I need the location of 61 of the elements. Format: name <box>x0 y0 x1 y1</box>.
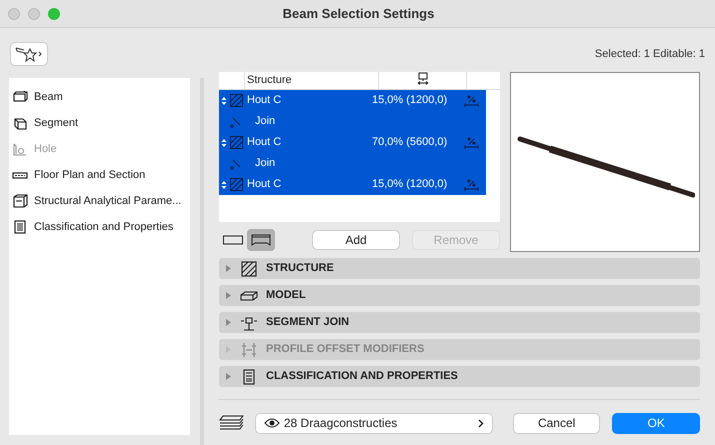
sidebar-item[interactable]: Floor Plan and Section <box>9 162 190 188</box>
offset-icon <box>240 342 258 358</box>
chevron-icon <box>478 418 484 428</box>
layer-name: Hout C <box>247 93 282 108</box>
percent-icon <box>464 94 479 106</box>
cancel-button[interactable]: Cancel <box>512 412 600 434</box>
ok-button[interactable]: OK <box>612 412 700 434</box>
join-label: Join <box>255 114 276 130</box>
angle-icon <box>229 116 241 128</box>
layer-name: Hout C <box>247 135 282 150</box>
hatch-icon <box>230 136 243 149</box>
percent-icon <box>464 136 479 148</box>
table-row[interactable]: Hout C 70,0% (5600,0) <box>219 132 486 153</box>
cube-icon <box>12 116 28 130</box>
reorder-icon[interactable] <box>221 180 227 190</box>
view-toggle[interactable] <box>247 229 275 251</box>
table-row[interactable]: Join <box>219 111 486 132</box>
table-row[interactable]: Hout C 15,0% (1200,0) <box>219 174 486 195</box>
selection-info: Selected: 1 Editable: 1 <box>594 46 705 62</box>
layer-thickness: 15,0% (1200,0) <box>372 177 448 192</box>
layers-icon <box>219 414 245 432</box>
section-header[interactable]: CLASSIFICATION AND PROPERTIES <box>219 366 700 387</box>
document-icon <box>12 220 28 234</box>
percent-icon <box>464 178 479 190</box>
joint-icon <box>240 314 258 330</box>
hatch-icon <box>230 178 243 191</box>
thickness-icon <box>416 72 428 86</box>
table-row[interactable]: Join <box>219 153 486 174</box>
table-row[interactable]: Hout C 15,0% (1200,0) <box>219 90 486 111</box>
layer-name: Hout C <box>247 177 282 192</box>
layer-thickness: 15,0% (1200,0) <box>372 93 448 108</box>
layer-thickness: 70,0% (5600,0) <box>372 135 448 150</box>
window-title: Beam Selection Settings <box>282 4 436 23</box>
profile-icon <box>251 234 271 246</box>
sidebar-item[interactable]: Classification and Properties <box>9 214 190 240</box>
hatch-icon <box>230 94 243 107</box>
rectangle-icon <box>223 235 243 245</box>
favorites-button[interactable] <box>10 42 48 66</box>
sidebar-item[interactable]: Segment <box>9 110 190 136</box>
frame-icon <box>12 194 28 208</box>
beam-icon <box>12 90 28 104</box>
sidebar-item[interactable]: Structural Analytical Parame... <box>9 188 190 214</box>
column-header[interactable]: Structure <box>245 72 378 89</box>
disclosure-icon <box>225 291 232 300</box>
hatch-icon <box>240 260 258 276</box>
disclosure-icon <box>225 318 232 327</box>
star-icon <box>14 45 44 63</box>
layer-dropdown[interactable]: 28 Draagconstructies <box>254 412 493 434</box>
eye-icon <box>264 418 280 428</box>
section-header[interactable]: SEGMENT JOIN <box>219 312 700 333</box>
section-header[interactable]: STRUCTURE <box>219 258 700 279</box>
sidebar-item[interactable]: Beam <box>9 84 190 110</box>
angle-icon <box>229 158 241 170</box>
disclosure-icon <box>225 372 232 381</box>
add-button[interactable]: Add <box>312 230 400 250</box>
section-header[interactable]: MODEL <box>219 285 700 306</box>
reorder-icon[interactable] <box>221 138 227 148</box>
join-label: Join <box>255 156 276 172</box>
disclosure-icon <box>225 264 232 273</box>
reorder-icon[interactable] <box>221 96 227 106</box>
hole-icon <box>12 142 28 156</box>
